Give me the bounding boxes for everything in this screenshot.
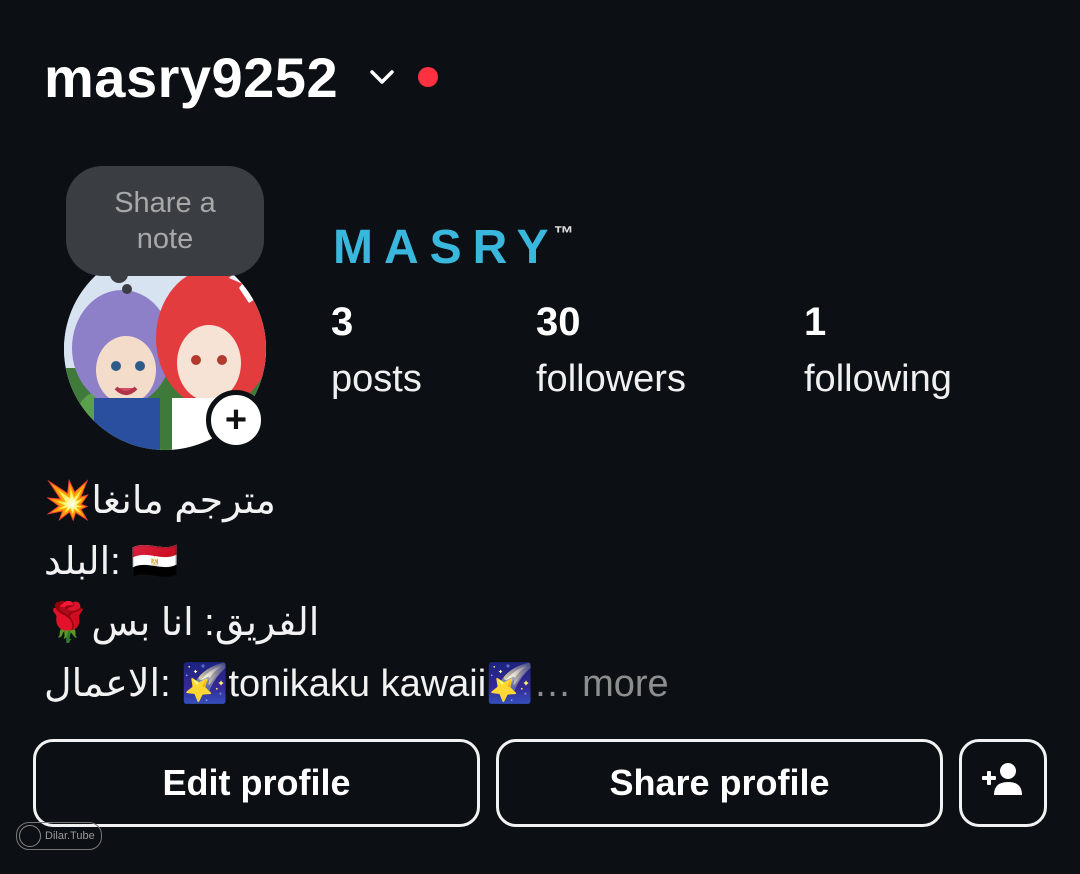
posts-label: posts	[331, 358, 422, 400]
watermark-logo-icon	[19, 825, 41, 847]
bio-line-4: الاعمال: 🌠tonikaku kawaii🌠… more	[44, 653, 744, 714]
followers-label: followers	[536, 358, 686, 400]
display-name-text: MASRY	[333, 221, 560, 274]
following-count: 1	[804, 300, 827, 344]
followers-count: 30	[536, 300, 581, 344]
note-bubble-tail	[110, 265, 128, 283]
note-line-2: note	[136, 223, 194, 255]
watermark: Dilar.Tube	[16, 822, 102, 850]
bio-line-3: 🌹الفريق: انا بس	[44, 601, 320, 644]
bio-line-2: البلد: 🇪🇬	[44, 540, 179, 583]
plus-icon: +	[224, 399, 248, 441]
share-profile-button[interactable]: Share profile	[496, 739, 943, 827]
discover-people-button[interactable]	[959, 739, 1047, 827]
bio-line-1: 💥مترجم مانغا	[44, 479, 276, 522]
trademark-symbol: ™	[553, 223, 574, 245]
display-name: MASRY™	[333, 220, 574, 275]
posts-count: 3	[331, 300, 354, 344]
note-bubble-tail-small	[122, 284, 132, 294]
edit-profile-button[interactable]: Edit profile	[33, 739, 480, 827]
bio-ellipsis: …	[533, 662, 572, 705]
share-note-bubble[interactable]: Share a note	[66, 166, 264, 276]
following-label: following	[804, 358, 952, 400]
add-person-icon	[980, 761, 1026, 806]
bio: 💥مترجم مانغا البلد: 🇪🇬 🌹الفريق: انا بس ا…	[44, 470, 744, 714]
watermark-text: Dilar.Tube	[45, 830, 95, 842]
note-line-1: Share a	[114, 187, 216, 219]
profile-header: masry9252	[44, 42, 439, 112]
notification-dot	[418, 67, 439, 87]
add-story-button[interactable]: +	[206, 390, 266, 450]
posts-stat[interactable]: 3 posts	[331, 298, 422, 402]
username-switcher[interactable]: masry9252	[44, 45, 338, 110]
followers-stat[interactable]: 30 followers	[536, 298, 686, 402]
chevron-down-icon[interactable]	[368, 63, 396, 91]
bio-line-4-text: الاعمال: 🌠tonikaku kawaii🌠	[44, 662, 534, 705]
following-stat[interactable]: 1 following	[804, 298, 952, 402]
bio-more-link[interactable]: more	[582, 654, 669, 714]
